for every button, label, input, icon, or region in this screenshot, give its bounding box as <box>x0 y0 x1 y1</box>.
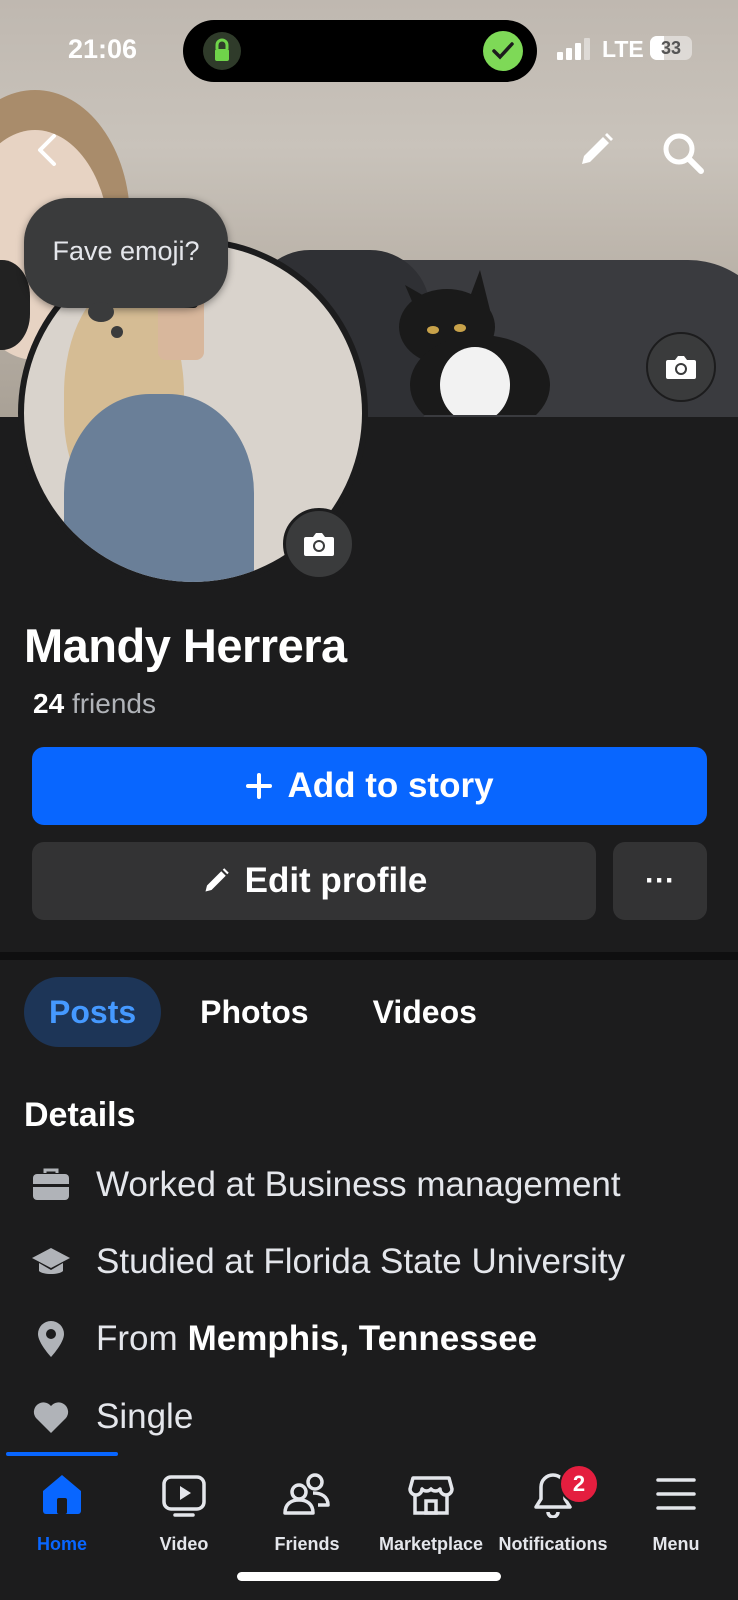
profile-camera-button[interactable] <box>283 508 355 580</box>
note-bubble-tail <box>88 302 114 322</box>
nav-menu[interactable]: Menu <box>614 1470 738 1560</box>
chevron-left-icon[interactable] <box>30 130 66 170</box>
detail-work-text: Worked at Business management <box>96 1165 621 1204</box>
camera-icon <box>304 533 334 556</box>
cover-cat <box>399 270 550 415</box>
tab-photos[interactable]: Photos <box>175 977 333 1047</box>
search-icon[interactable] <box>660 130 706 176</box>
pencil-icon[interactable] <box>576 130 616 170</box>
nav-home-label: Home <box>36 1534 87 1554</box>
edit-profile-label: Edit profile <box>244 861 428 900</box>
camera-icon <box>666 356 696 379</box>
detail-education-text: Studied at Florida State University <box>96 1242 626 1281</box>
nav-friends-label: Friends <box>274 1534 340 1554</box>
detail-hometown-place: Memphis, Tennessee <box>187 1319 538 1358</box>
profile-tabs: Posts Photos Videos <box>24 977 502 1047</box>
detail-hometown[interactable]: From Memphis, Tennessee <box>24 1309 537 1369</box>
graduation-cap-icon <box>24 1235 78 1289</box>
nav-video[interactable]: Video <box>122 1470 246 1560</box>
status-bar: 21:06 LTE 33 <box>0 0 738 100</box>
detail-work[interactable]: Worked at Business management <box>24 1155 621 1215</box>
signal-icon <box>557 38 590 60</box>
add-to-story-button[interactable]: Add to story <box>32 747 707 825</box>
home-icon <box>43 1475 81 1514</box>
home-indicator[interactable] <box>237 1572 501 1581</box>
marketplace-icon <box>408 1476 454 1515</box>
battery-icon: 33 <box>650 36 692 60</box>
notification-badge: 2 <box>559 1464 599 1504</box>
note-bubble-tail-dot <box>111 326 123 338</box>
video-icon <box>162 1475 206 1517</box>
battery-level: 33 <box>660 38 682 58</box>
details-heading: Details <box>24 1096 136 1134</box>
checkmark-icon <box>483 31 523 71</box>
vpn-lock-icon <box>203 32 241 70</box>
heart-icon <box>24 1390 78 1444</box>
friends-label: friends <box>71 688 156 719</box>
avatar-jacket <box>64 394 254 582</box>
network-type: LTE <box>602 36 644 62</box>
menu-icon <box>656 1478 696 1510</box>
nav-friends[interactable]: Friends <box>245 1470 369 1560</box>
nav-active-indicator <box>6 1452 118 1456</box>
detail-education[interactable]: Studied at Florida State University <box>24 1232 625 1292</box>
note-text: Fave emoji? <box>52 236 200 266</box>
tab-videos[interactable]: Videos <box>348 977 502 1047</box>
briefcase-icon <box>24 1158 78 1212</box>
nav-home[interactable]: Home <box>0 1470 124 1560</box>
add-to-story-label: Add to story <box>287 766 494 805</box>
plus-icon <box>246 773 273 799</box>
tab-posts[interactable]: Posts <box>24 977 162 1047</box>
detail-relationship[interactable]: Single <box>24 1387 193 1447</box>
more-options-button[interactable]: ··· <box>613 842 707 920</box>
location-pin-icon <box>24 1312 78 1366</box>
nav-notifications[interactable]: 2 Notifications <box>491 1464 615 1560</box>
friends-icon <box>283 1473 330 1515</box>
nav-menu-label: Menu <box>652 1534 700 1554</box>
more-options-icon: ··· <box>645 864 675 897</box>
detail-hometown-prefix: From <box>96 1319 178 1358</box>
nav-notifications-label: Notifications <box>498 1534 608 1554</box>
edit-profile-button[interactable]: Edit profile <box>32 842 596 920</box>
nav-video-label: Video <box>159 1534 209 1554</box>
note-bubble[interactable]: Fave emoji? <box>24 198 228 308</box>
cover-camera-button[interactable] <box>646 332 716 402</box>
section-divider <box>0 952 738 960</box>
profile-name: Mandy Herrera <box>24 619 347 672</box>
dynamic-island <box>183 20 537 82</box>
friends-count-link[interactable]: 24 friends <box>33 688 156 720</box>
friends-count: 24 <box>33 688 65 719</box>
status-time: 21:06 <box>68 34 138 64</box>
nav-marketplace[interactable]: Marketplace <box>369 1470 493 1560</box>
detail-relationship-text: Single <box>96 1397 194 1436</box>
pencil-icon <box>205 868 229 892</box>
nav-marketplace-label: Marketplace <box>378 1534 484 1554</box>
